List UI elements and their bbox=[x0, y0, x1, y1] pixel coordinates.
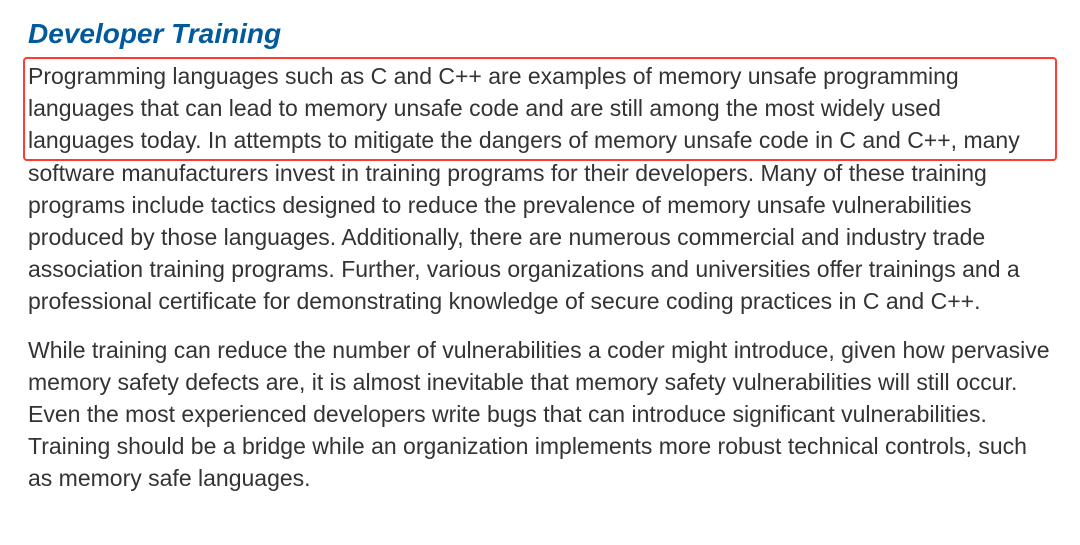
body-paragraph-2: While training can reduce the number of … bbox=[28, 334, 1052, 495]
body-paragraph-1: Programming languages such as C and C++ … bbox=[28, 60, 1052, 318]
paragraph-container: Programming languages such as C and C++ … bbox=[28, 60, 1052, 318]
section-content: Programming languages such as C and C++ … bbox=[28, 60, 1052, 494]
section-heading: Developer Training bbox=[28, 18, 1052, 50]
